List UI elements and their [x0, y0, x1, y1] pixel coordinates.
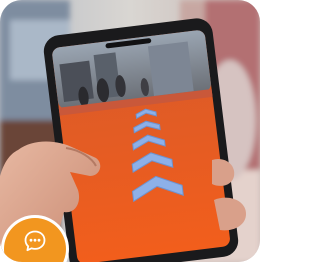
chat-bubble-icon: [24, 230, 46, 252]
chat-button[interactable]: [4, 218, 66, 280]
